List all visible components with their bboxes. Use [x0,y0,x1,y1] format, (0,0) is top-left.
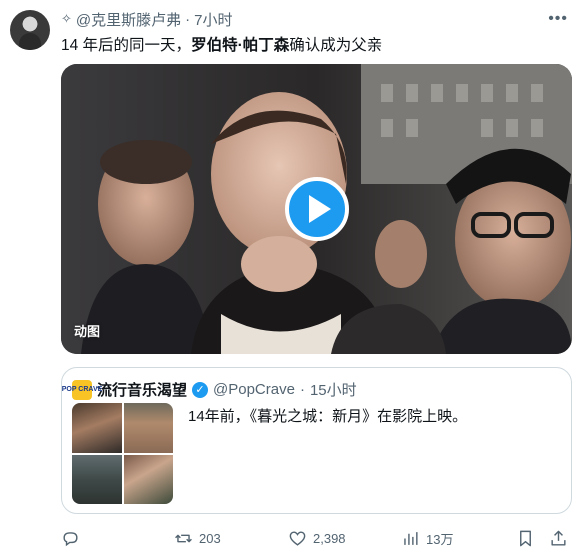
tweet-text-prefix: 14 年后的同一天， [61,37,192,54]
reply-button[interactable] [61,527,80,549]
bookmark-button[interactable] [516,527,535,549]
author-handle[interactable]: @克里斯滕卢弗 [76,9,181,30]
retweet-icon [175,534,192,542]
popcrave-avatar[interactable]: POP CRAVE [62,379,102,400]
quoted-author-name[interactable]: 流行音乐渴望 [97,379,187,400]
more-options-icon[interactable]: ••• [548,10,568,28]
like-count: 2,398 [313,530,346,546]
dot-separator: · [299,381,305,398]
retweet-count: 203 [199,530,221,546]
heart-icon [289,530,306,546]
verified-badge-icon: ✓ [192,381,209,398]
gif-badge: 动图 [74,324,101,339]
dot-separator: · [185,10,191,28]
reply-icon [63,531,78,546]
quoted-media-grid[interactable] [72,403,173,504]
avatar-logo-text: POP CRAVE [61,386,103,393]
media-thumbnail[interactable] [72,454,122,504]
tweet-time[interactable]: 7小时 [194,9,232,30]
share-button[interactable] [549,527,568,549]
gif-media[interactable]: 动图 [61,64,572,354]
media-thumbnail[interactable] [123,454,173,504]
quoted-tweet-time[interactable]: 15小时 [310,379,357,400]
share-icon [551,530,566,546]
tweet-text: 14 年后的同一天，罗伯特·帕丁森确认成为父亲 [61,33,382,55]
media-thumbnail[interactable] [72,403,122,453]
quoted-tweet-header: POP CRAVE 流行音乐渴望 ✓ @PopCrave · 15小时 [62,379,357,400]
media-thumbnail[interactable] [123,403,173,453]
bookmark-icon [520,530,531,546]
views-button[interactable]: 13万 [401,527,453,549]
retweet-button[interactable]: 203 [174,527,221,549]
tweet-header: ✧ @克里斯滕卢弗 · 7小时 [61,9,232,29]
tweet-text-bold[interactable]: 罗伯特·帕丁森 [191,37,289,54]
views-icon [404,531,418,545]
tweet-actions: 203 2,398 13万 [61,527,572,549]
quoted-tweet-text: 14年前，《暮光之城：新月》在影院上映。 [188,408,468,425]
sparkle-icon: ✧ [61,11,72,26]
quoted-author-handle[interactable]: @PopCrave [213,381,295,398]
author-avatar[interactable] [10,10,50,50]
like-button[interactable]: 2,398 [288,527,346,549]
quoted-tweet-card[interactable]: POP CRAVE 流行音乐渴望 ✓ @PopCrave · 15小时 14年前… [61,367,572,514]
play-button[interactable] [285,177,349,241]
tweet-text-suffix: 确认成为父亲 [289,37,383,54]
views-count: 13万 [426,531,454,547]
